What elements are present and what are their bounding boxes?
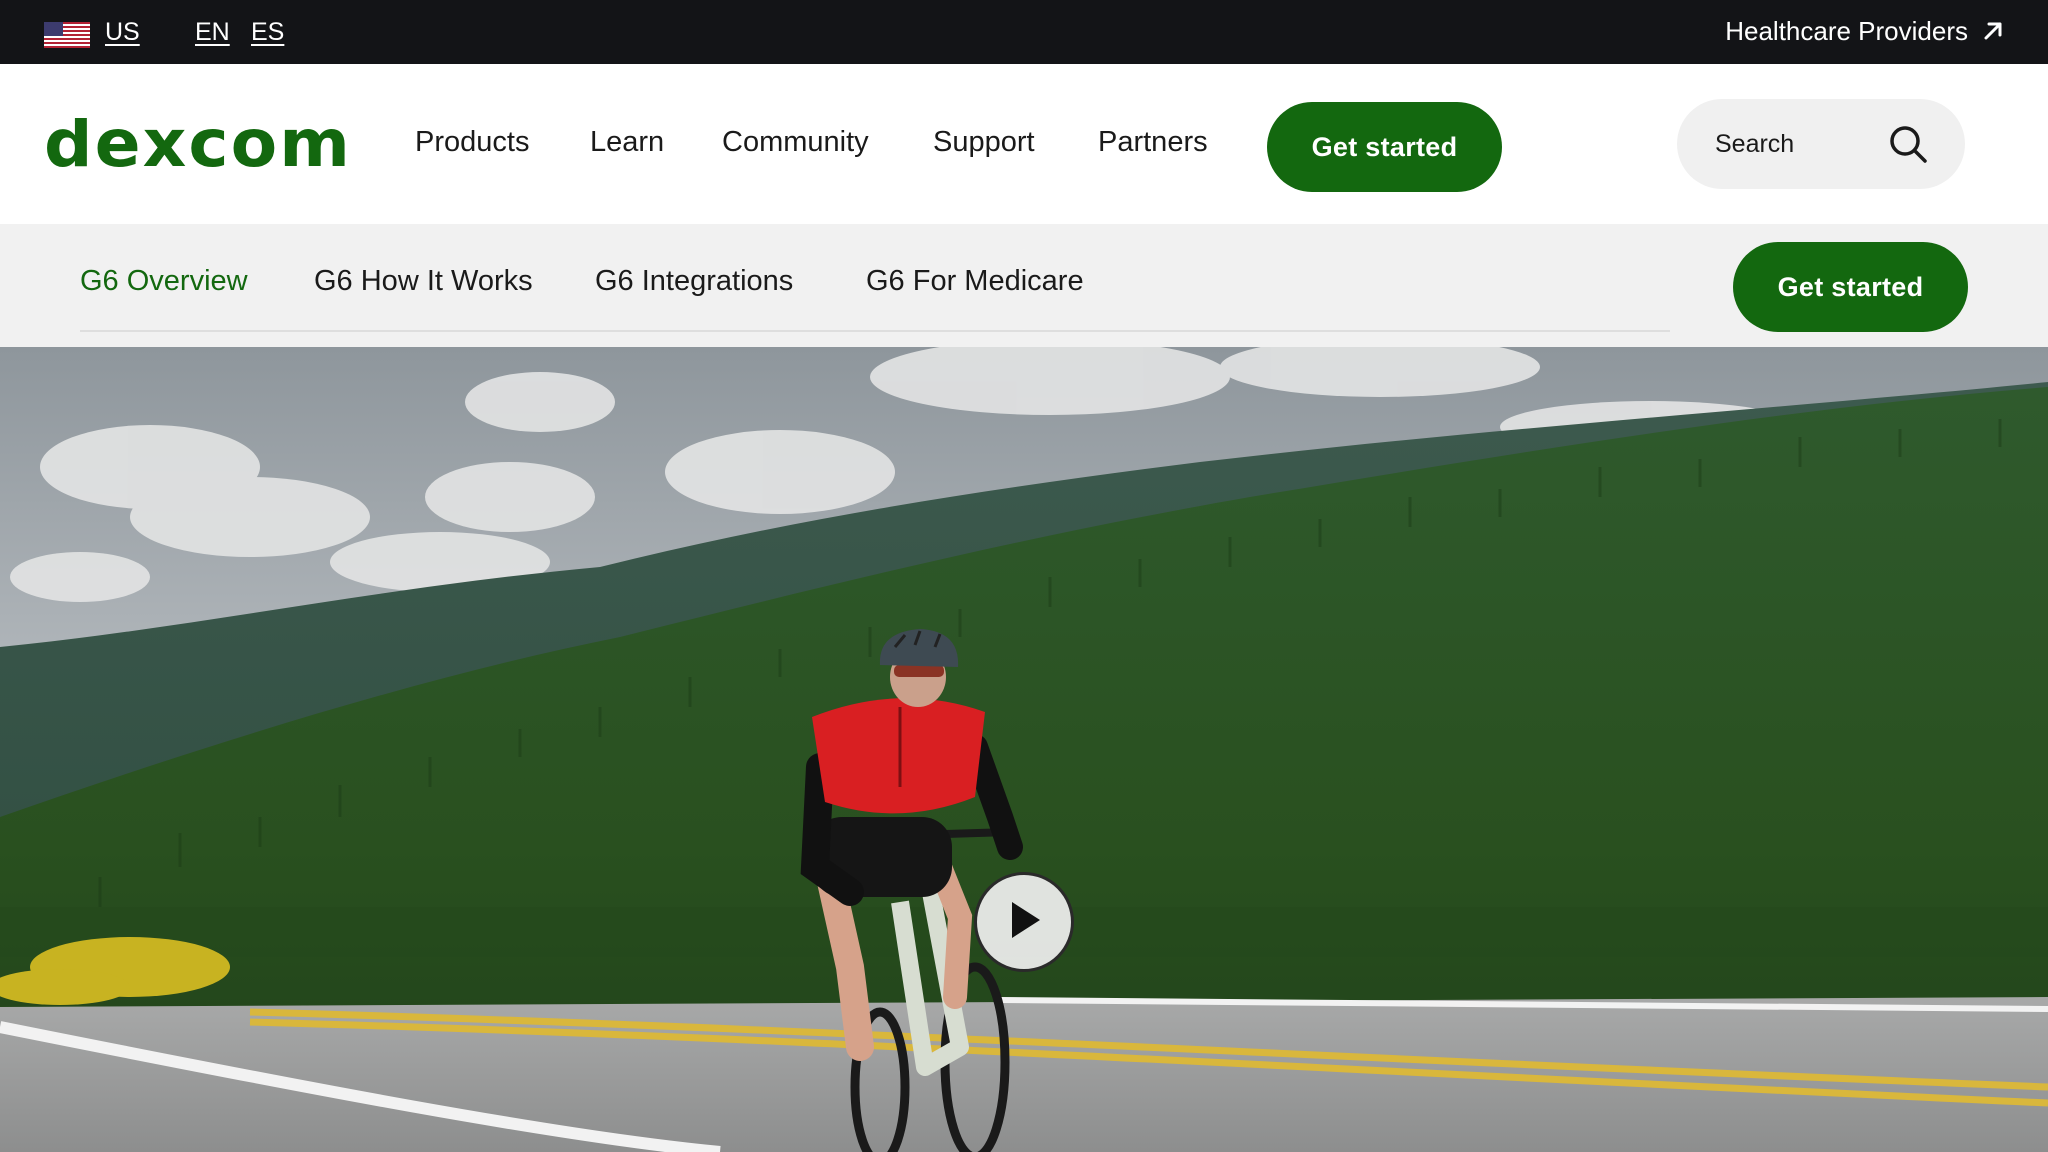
sub-nav-divider — [80, 330, 1670, 332]
healthcare-providers-label: Healthcare Providers — [1725, 15, 1968, 46]
sub-nav-g6-integrations[interactable]: G6 Integrations — [595, 263, 793, 299]
nav-support[interactable]: Support — [933, 124, 1035, 160]
dexcom-logo[interactable]: dexcom — [44, 105, 354, 182]
nav-learn[interactable]: Learn — [590, 124, 664, 160]
us-flag-icon — [44, 22, 90, 48]
nav-community[interactable]: Community — [722, 124, 869, 160]
healthcare-providers-link[interactable]: Healthcare Providers — [1725, 14, 2004, 48]
language-link-en[interactable]: EN — [195, 17, 230, 47]
sub-nav-g6-how-it-works[interactable]: G6 How It Works — [314, 263, 533, 299]
sub-nav-g6-for-medicare[interactable]: G6 For Medicare — [866, 263, 1084, 299]
nav-partners[interactable]: Partners — [1098, 124, 1208, 160]
language-link-es[interactable]: ES — [251, 17, 284, 47]
product-sub-nav: G6 Overview G6 How It Works G6 Integrati… — [0, 224, 2048, 347]
main-header: dexcom Products Learn Community Support … — [0, 64, 2048, 224]
search-input[interactable] — [1715, 123, 1885, 165]
nav-products[interactable]: Products — [415, 124, 529, 160]
arrow-up-right-icon — [1982, 20, 2004, 42]
utility-bar: US EN ES Healthcare Providers — [0, 0, 2048, 64]
hero-image-cyclist — [0, 347, 2048, 1152]
sub-nav-g6-overview[interactable]: G6 Overview — [80, 263, 248, 299]
header-get-started-button[interactable]: Get started — [1267, 102, 1502, 192]
search-icon[interactable] — [1887, 123, 1929, 165]
search-box[interactable] — [1677, 99, 1965, 189]
region-link-us[interactable]: US — [105, 17, 140, 47]
logo-text: dexcom — [44, 118, 352, 174]
hero-video — [0, 347, 2048, 1152]
sub-nav-get-started-button[interactable]: Get started — [1733, 242, 1968, 332]
play-video-button[interactable] — [974, 872, 1074, 972]
play-icon — [1004, 898, 1044, 947]
